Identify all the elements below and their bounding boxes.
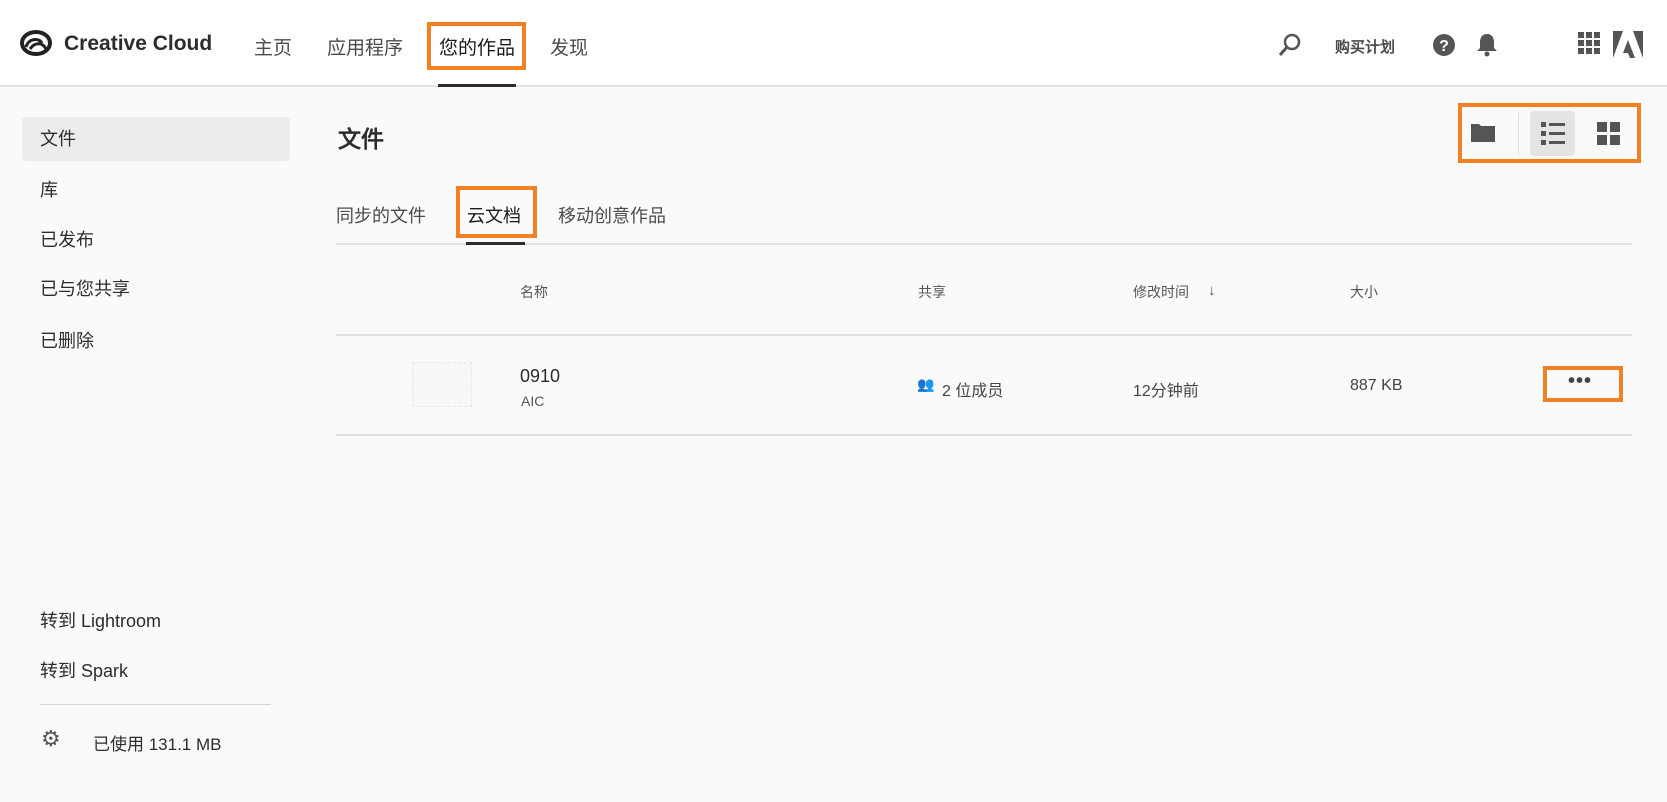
sidebar-item-deleted[interactable]: 已删除	[22, 319, 290, 363]
sidebar-item-files[interactable]: 文件	[22, 117, 290, 161]
top-header: Creative Cloud 主页 应用程序 您的作品 发现 购买计划 ?	[0, 0, 1667, 87]
file-type: AIC	[521, 393, 544, 409]
nav-discover[interactable]: 发现	[550, 33, 588, 60]
column-header-size[interactable]: 大小	[1350, 282, 1378, 302]
sidebar-item-published[interactable]: 已发布	[22, 218, 290, 262]
file-name[interactable]: 0910	[520, 366, 560, 387]
more-options-icon[interactable]: •••	[1568, 370, 1592, 393]
folder-icon[interactable]	[1471, 122, 1495, 142]
list-view-button[interactable]	[1530, 111, 1575, 156]
nav-home[interactable]: 主页	[254, 33, 292, 60]
file-thumbnail	[412, 362, 472, 407]
nav-your-work[interactable]: 您的作品	[439, 33, 515, 60]
go-to-spark-link[interactable]: 转到 Spark	[22, 649, 290, 693]
tabs-divider	[336, 243, 1632, 245]
tab-synced-files[interactable]: 同步的文件	[336, 202, 426, 228]
shared-members: 2 位成员	[942, 377, 1003, 401]
header-divider	[336, 334, 1632, 336]
grid-view-icon[interactable]	[1597, 122, 1620, 145]
nav-active-indicator	[438, 84, 516, 87]
column-header-modified[interactable]: 修改时间	[1133, 282, 1189, 302]
list-view-icon	[1541, 122, 1565, 145]
help-icon[interactable]: ?	[1432, 33, 1456, 57]
brand-name: Creative Cloud	[64, 32, 212, 56]
tab-mobile-creations[interactable]: 移动创意作品	[558, 202, 666, 228]
go-to-lightroom-link[interactable]: 转到 Lightroom	[22, 599, 290, 643]
svg-text:?: ?	[1439, 38, 1449, 55]
nav-apps[interactable]: 应用程序	[327, 33, 403, 60]
page-title: 文件	[338, 120, 384, 154]
search-icon[interactable]	[1278, 32, 1302, 58]
adobe-logo-icon[interactable]	[1613, 31, 1643, 58]
creative-cloud-logo-icon	[20, 30, 52, 56]
column-header-shared[interactable]: 共享	[918, 282, 946, 302]
notifications-bell-icon[interactable]	[1476, 32, 1498, 58]
sidebar-item-libraries[interactable]: 库	[22, 168, 290, 212]
modified-time: 12分钟前	[1133, 377, 1199, 401]
view-divider	[1518, 113, 1519, 155]
buy-plan-link[interactable]: 购买计划	[1335, 36, 1395, 57]
storage-usage: 已使用 131.1 MB	[93, 730, 222, 755]
sidebar-item-shared-with-you[interactable]: 已与您共享	[22, 267, 290, 311]
apps-grid-icon[interactable]	[1578, 32, 1601, 55]
settings-gear-icon[interactable]: ⚙	[41, 726, 61, 752]
row-divider	[336, 434, 1632, 436]
members-icon: 👥	[917, 376, 934, 393]
column-header-name[interactable]: 名称	[520, 282, 548, 302]
sidebar-divider	[40, 704, 271, 705]
sort-descending-arrow-icon[interactable]: ↓	[1208, 282, 1216, 299]
tab-cloud-docs[interactable]: 云文档	[467, 202, 521, 228]
file-size: 887 KB	[1350, 377, 1402, 395]
tab-active-indicator	[466, 242, 525, 245]
